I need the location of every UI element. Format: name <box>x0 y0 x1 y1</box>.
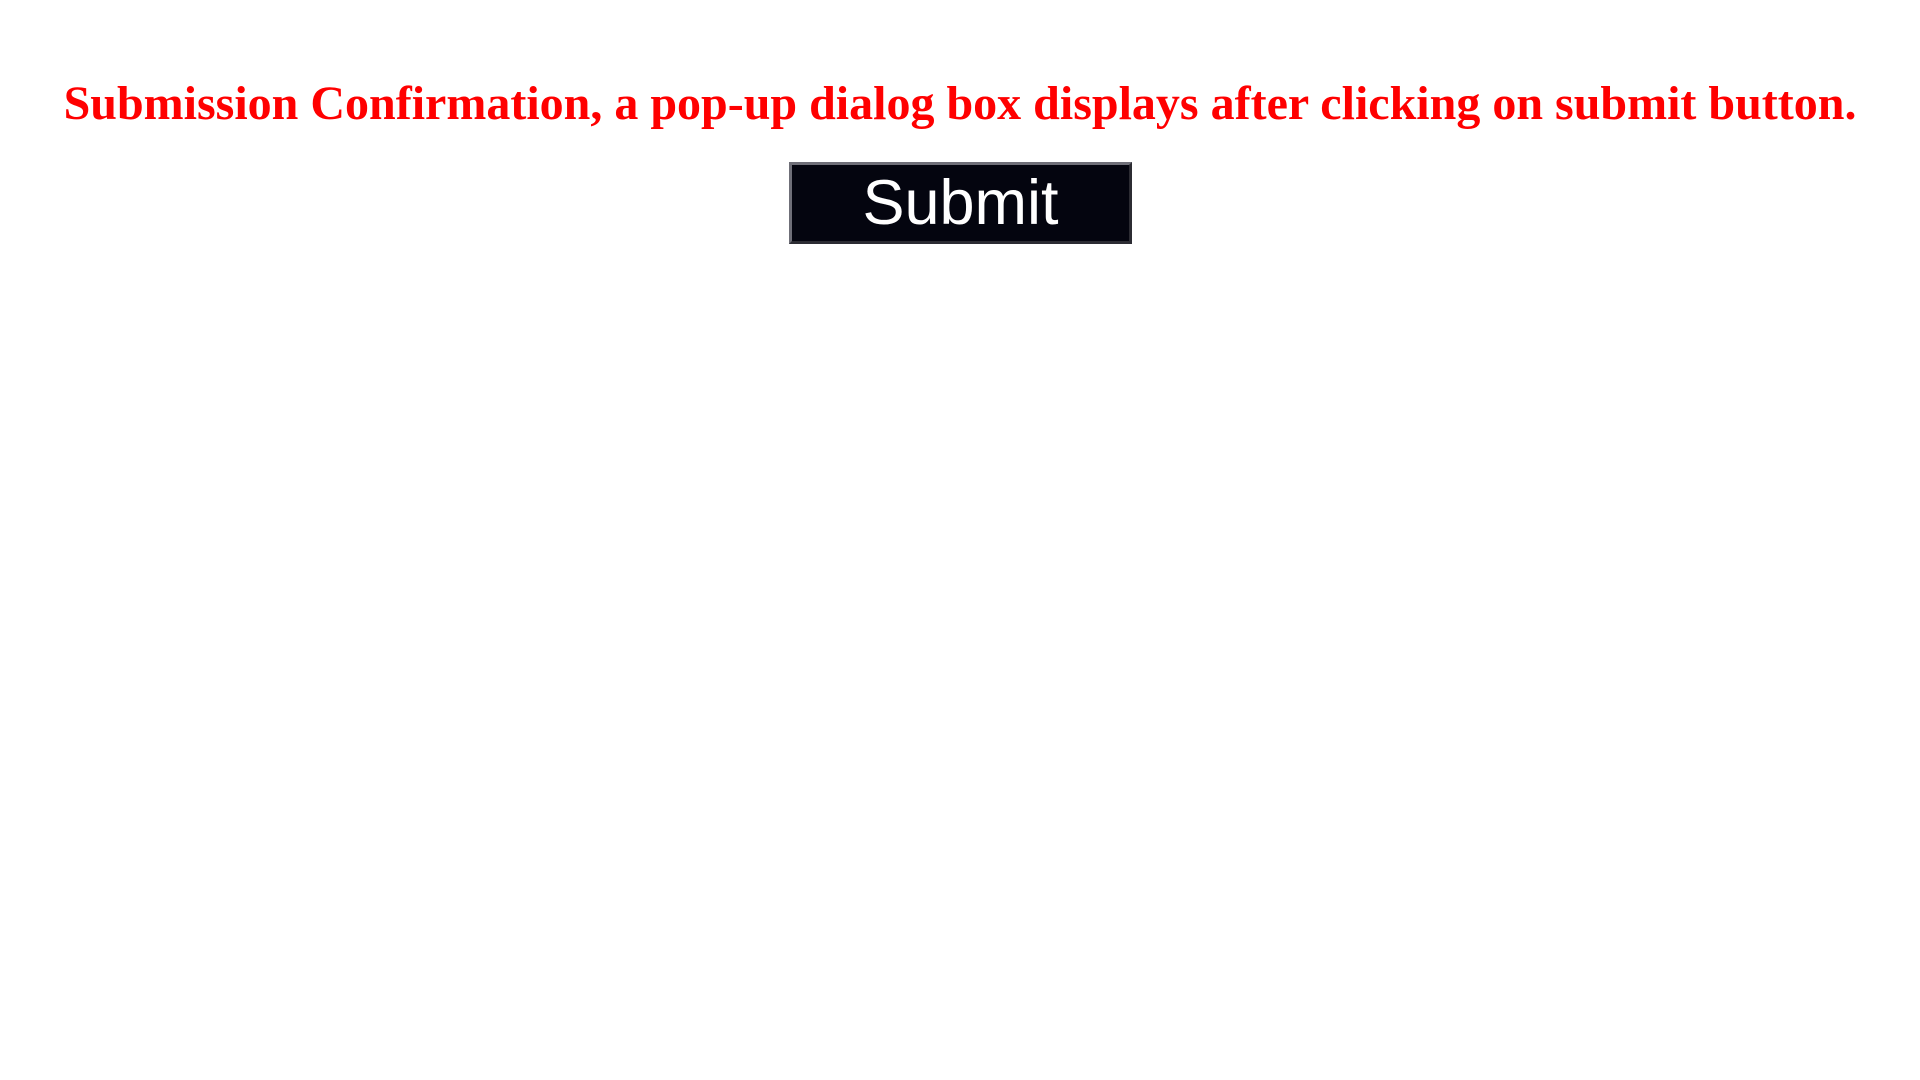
page: Submission Confirmation, a pop-up dialog… <box>0 0 1920 1080</box>
submit-button[interactable]: Submit <box>789 162 1132 244</box>
page-heading: Submission Confirmation, a pop-up dialog… <box>63 77 1857 130</box>
